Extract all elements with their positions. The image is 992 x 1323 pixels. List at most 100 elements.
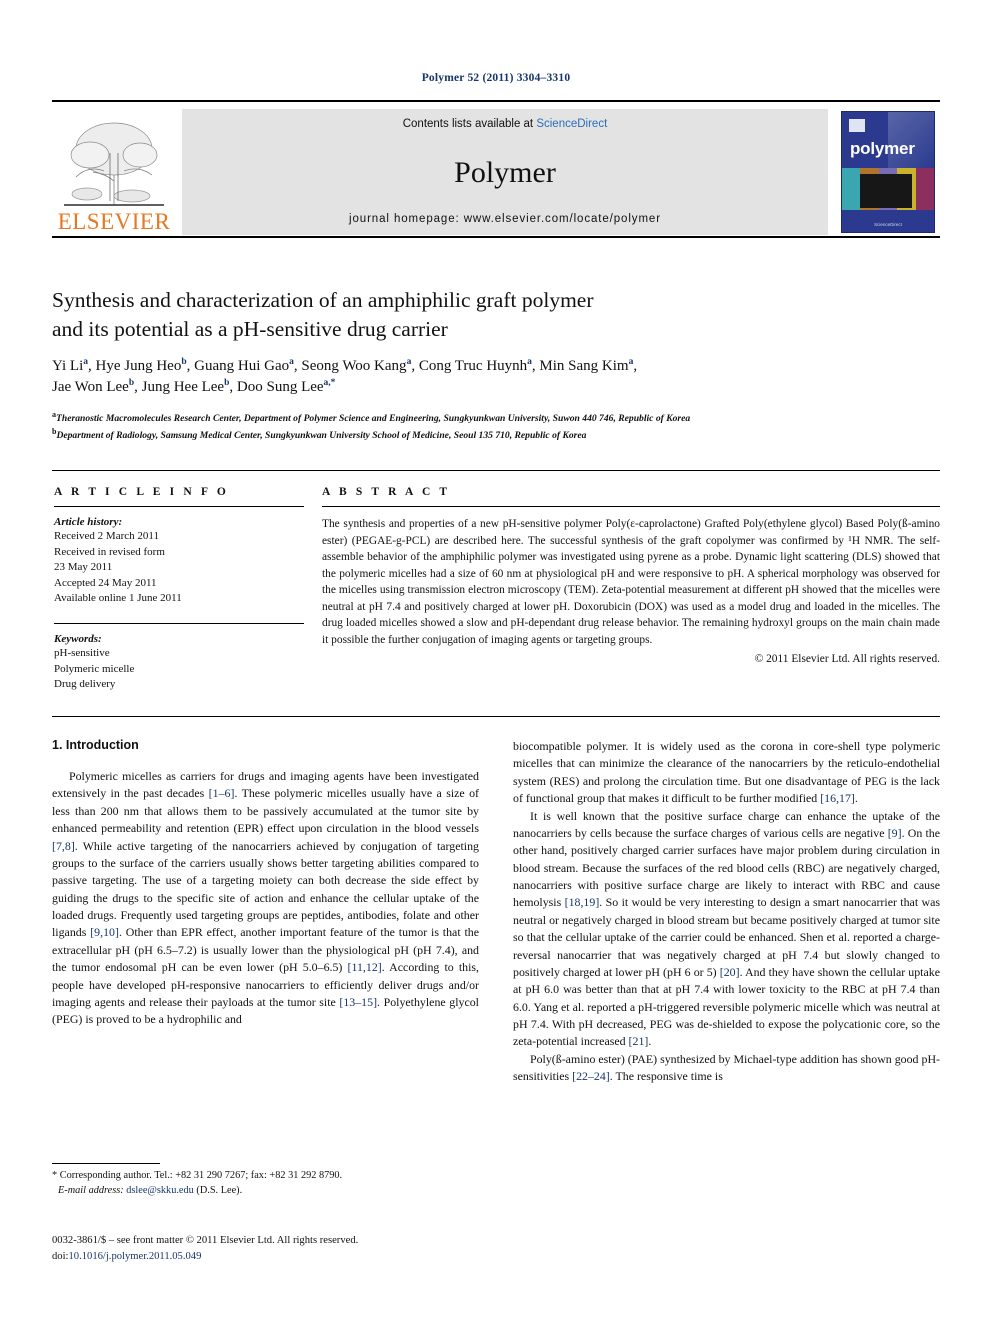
author-affil-mark: a (83, 357, 89, 368)
citation-ref[interactable]: [13–15] (339, 995, 377, 1009)
body-columns: 1. Introduction Polymeric micelles as ca… (52, 738, 940, 1188)
cover-micrograph (860, 174, 912, 208)
paragraph: Polymeric micelles as carriers for drugs… (52, 768, 479, 1029)
footnote-rule (52, 1163, 160, 1164)
keywords-label: Keywords: (54, 633, 102, 646)
cover-swatch (915, 168, 934, 210)
affiliation-text: Theranostic Macromolecules Research Cent… (56, 412, 691, 424)
doi-line: doi:10.1016/j.polymer.2011.05.049 (52, 1249, 492, 1265)
doi-label: doi: (52, 1250, 69, 1262)
author-name: Hye Jung Heo (95, 358, 182, 375)
cover-badge-icon (849, 119, 865, 132)
author-affil-mark: b (128, 378, 135, 389)
footnote-corresponding: * Corresponding author. Tel.: +82 31 290… (52, 1170, 343, 1181)
article-info-column: A R T I C L E I N F O Article history: R… (54, 486, 304, 693)
author[interactable]: Min Sang Kima (539, 357, 634, 375)
author-affil-mark: b (224, 378, 230, 389)
author-affil-mark: a,* (323, 378, 336, 389)
author-name: Min Sang Kim (539, 358, 629, 375)
author-name: Seong Woo Kang (301, 358, 407, 375)
affiliation-text: Department of Radiology, Samsung Medical… (56, 430, 587, 442)
author-list: Yi Lia, Hye Jung Heob, Guang Hui Gaoa, S… (52, 357, 638, 396)
history-item: Accepted 24 May 2011 (54, 576, 157, 589)
cover-swatch (842, 168, 861, 210)
citation-ref[interactable]: [11,12] (348, 960, 382, 974)
page-footer: 0032-3861/$ – see front matter © 2011 El… (52, 1233, 492, 1265)
journal-cover-block: polymer ScienceDirect (836, 109, 940, 235)
sciencedirect-banner: Contents lists available at ScienceDirec… (182, 109, 828, 235)
email-label: E-mail address: (58, 1184, 124, 1196)
author-name: Yi Li (52, 358, 84, 375)
footnote-email-line: E-mail address: dslee@skku.edu (D.S. Lee… (52, 1184, 479, 1199)
paragraph: It is well known that the positive surfa… (513, 808, 940, 1051)
author[interactable]: Guang Hui Gaoa (194, 357, 294, 374)
author-name: Cong Truc Huynh (418, 358, 528, 375)
paragraph: Poly(ß-amino ester) (PAE) synthesized by… (513, 1051, 940, 1086)
keyword-item: Drug delivery (54, 678, 116, 691)
affiliation: aTheranostic Macromolecules Research Cen… (52, 409, 912, 426)
elsevier-tree-icon (64, 122, 164, 206)
masthead-bottom-rule (52, 236, 940, 238)
article-title-line-2: and its potential as a pH-sensitive drug… (52, 316, 448, 341)
infoband-bottom-rule (52, 716, 940, 717)
section-heading-introduction: 1. Introduction (52, 738, 139, 752)
author-affil-mark: b (181, 357, 187, 368)
abstract-rule (322, 506, 940, 507)
journal-masthead: ELSEVIER Contents lists available at Sci… (52, 100, 940, 235)
email-link[interactable]: dslee@skku.edu (126, 1185, 194, 1196)
title-block: Synthesis and characterization of an amp… (52, 286, 912, 443)
journal-title: Polymer (454, 155, 556, 189)
citation-ref[interactable]: [21] (629, 1034, 649, 1048)
elsevier-wordmark: ELSEVIER (57, 209, 171, 234)
cover-footer-text: ScienceDirect (874, 222, 902, 227)
keyword-item: Polymeric micelle (54, 662, 135, 675)
author[interactable]: Doo Sung Leea,* (236, 378, 336, 396)
abstract-column: A B S T R A C T The synthesis and proper… (322, 486, 940, 665)
history-item: Received 2 March 2011 (54, 530, 159, 542)
journal-homepage[interactable]: journal homepage: www.elsevier.com/locat… (349, 213, 661, 225)
history-item: 23 May 2011 (54, 561, 113, 574)
sciencedirect-link[interactable]: ScienceDirect (536, 118, 607, 130)
author[interactable]: Seong Woo Kanga (301, 357, 411, 375)
article-info-heading: A R T I C L E I N F O (54, 486, 229, 498)
citation-ref[interactable]: [16,17] (820, 791, 855, 805)
doi-link[interactable]: 10.1016/j.polymer.2011.05.049 (68, 1251, 201, 1262)
contents-available-line: Contents lists available at ScienceDirec… (403, 118, 608, 130)
keywords-rule (54, 623, 304, 625)
author[interactable]: Hye Jung Heob (95, 357, 187, 375)
history-item: Available online 1 June 2011 (54, 592, 182, 605)
author-name: Jung Hee Lee (141, 379, 225, 396)
author[interactable]: Jae Won Leeb (52, 378, 135, 395)
citation-ref[interactable]: [18,19] (565, 895, 600, 909)
citation-ref[interactable]: [20] (720, 965, 740, 979)
author-affil-mark: a (289, 357, 294, 368)
email-owner: (D.S. Lee). (196, 1184, 243, 1196)
author-affil-mark: a (527, 357, 532, 368)
page-title: Synthesis and characterization of an amp… (52, 286, 912, 343)
article-history-label: Article history: (54, 516, 123, 528)
abstract-copyright: © 2011 Elsevier Ltd. All rights reserved… (754, 653, 940, 666)
corresponding-author-footnote: * Corresponding author. Tel.: +82 31 290… (52, 1163, 479, 1199)
contents-label: Contents lists available at (402, 118, 537, 130)
author-affil-mark: a (628, 357, 634, 368)
citation-ref[interactable]: [22–24] (572, 1069, 610, 1083)
author-name: Doo Sung Lee (236, 379, 324, 396)
paragraph-text: Polymeric micelles as carriers for drugs… (52, 769, 480, 1027)
paper-page: Polymer 52 (2011) 3304–3310 ELSEVIER Con… (0, 0, 992, 1323)
keyword-item: pH-sensitive (54, 647, 110, 660)
history-item: Received in revised form (54, 545, 165, 558)
author[interactable]: Yi Lia (52, 357, 89, 375)
running-head: Polymer 52 (2011) 3304–3310 (421, 72, 571, 84)
citation-ref[interactable]: [7,8] (52, 839, 75, 853)
citation-ref[interactable]: [9] (888, 826, 902, 840)
infoband-top-rule (52, 470, 940, 471)
author[interactable]: Cong Truc Huynha (418, 357, 532, 375)
issn-copyright-line: 0032-3861/$ – see front matter © 2011 El… (52, 1235, 359, 1246)
author[interactable]: Jung Hee Leeb (141, 378, 230, 396)
affiliation-list: aTheranostic Macromolecules Research Cen… (52, 409, 912, 443)
citation-ref[interactable]: [9,10] (90, 925, 119, 939)
paragraph: biocompatible polymer. It is widely used… (513, 738, 940, 808)
citation-ref[interactable]: [1–6] (209, 786, 235, 800)
abstract-text: The synthesis and properties of a new pH… (322, 518, 940, 646)
